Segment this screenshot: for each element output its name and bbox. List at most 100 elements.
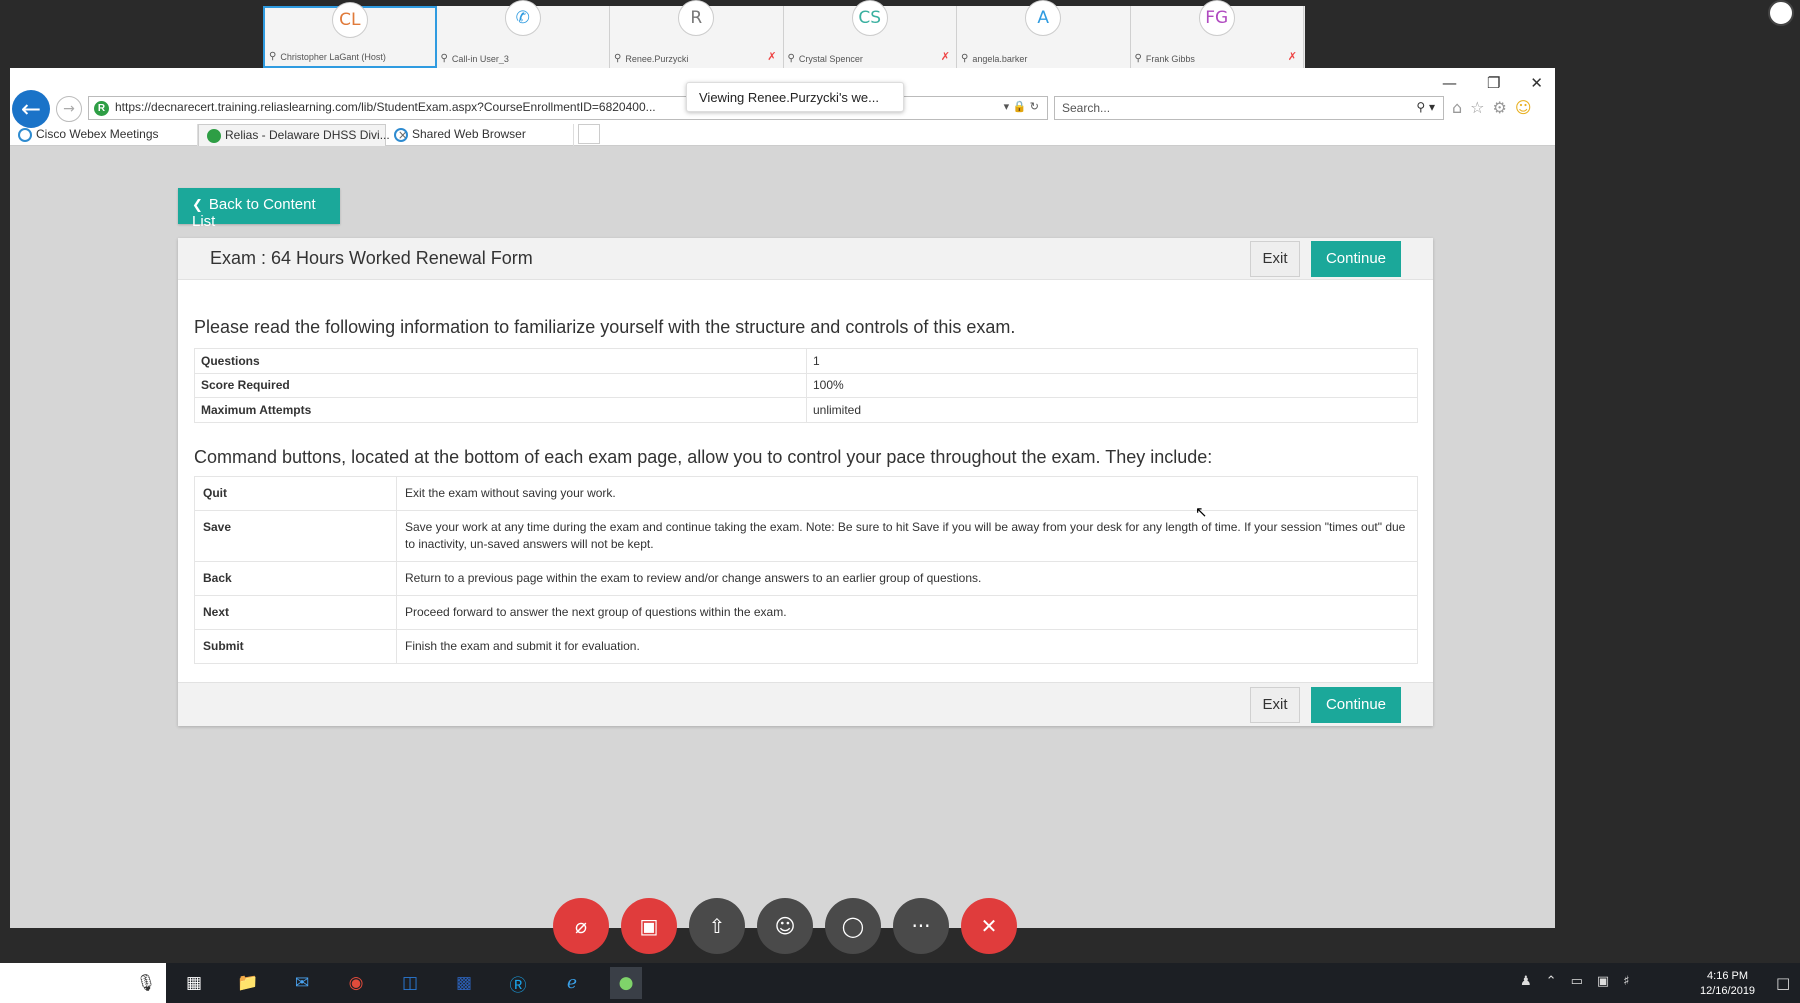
participant-name-text: Frank Gibbs (1145, 53, 1195, 64)
table-row: Back Return to a previous page within the… (194, 561, 1418, 596)
share-button[interactable]: ⇧ (689, 898, 745, 954)
participant-strip: CL ⚲ Christopher LaGant (Host) ✆ ⚲ Call-in Us… (263, 0, 1305, 68)
search-placeholder: Search... (1062, 101, 1111, 115)
exit-button-bottom[interactable]: Exit (1250, 687, 1300, 723)
participant-name: ⚲ Christopher LaGant (Host) (269, 51, 431, 62)
command-description: Exit the exam without saving your work. (396, 476, 1418, 511)
word-icon[interactable]: ▩ (448, 967, 480, 999)
video-off-icon: ▣ (639, 914, 659, 938)
avatar: R (678, 0, 715, 36)
browser-tab-icon (394, 128, 408, 142)
clock-date: 12/16/2019 (1700, 985, 1756, 997)
microphone-icon[interactable]: 🎙 (136, 973, 156, 992)
exam-info-table: Questions 1 Score Required 100% Maximum Atte… (194, 348, 1418, 423)
participant-tile[interactable]: R ⚲ Renee.Purzycki ✗ (610, 0, 784, 68)
internet-explorer-icon[interactable]: ℯ (556, 967, 588, 999)
page-title: Exam : 64 Hours Worked Renewal Form (210, 248, 533, 268)
viewing-tooltip: Viewing Renee.Purzycki's we... (686, 82, 904, 112)
command-description: Finish the exam and submit it for evalua… (396, 629, 1418, 664)
muted-mic-icon: ✗ (767, 51, 777, 63)
notification-icon[interactable]: □ (1776, 974, 1790, 992)
participant-name-text: angela.barker (972, 53, 1028, 64)
network-icon[interactable]: ▣ (1597, 974, 1609, 989)
task-view-icon[interactable]: ▦ (178, 967, 210, 999)
address-bar[interactable]: R https://decnarecert.training.reliaslea… (88, 96, 1048, 120)
chat-button[interactable]: ◯ (825, 898, 881, 954)
forward-arrow-icon[interactable]: → (56, 96, 82, 122)
participant-tile[interactable]: ✆ ⚲ Call-in User_3 (436, 0, 610, 68)
back-arrow-icon[interactable]: ← (12, 90, 50, 128)
volume-icon[interactable]: ♯ (1623, 974, 1629, 989)
clock-time: 4:16 PM (1707, 970, 1749, 982)
participant-name: ⚲ Call-in User_3 (441, 53, 606, 64)
browser-toolbar-icons: ⌂ ☆ ⚙ ☺ (1452, 98, 1532, 117)
window-controls: — ❐ ✕ (1442, 74, 1543, 92)
search-icon[interactable]: ⚲ ▾ (1416, 100, 1435, 114)
site-favicon-icon: R (94, 101, 109, 116)
taskbar-search-box[interactable]: 🎙 (0, 963, 166, 1003)
participants-button[interactable]: ☺ (757, 898, 813, 954)
chrome-icon[interactable]: ◉ (340, 967, 372, 999)
restore-icon[interactable]: ❐ (1487, 74, 1500, 92)
minimize-icon[interactable]: — (1442, 74, 1457, 92)
mail-icon[interactable]: ✉ (286, 967, 318, 999)
mute-button[interactable]: ⌀ (553, 898, 609, 954)
table-row: Questions 1 (194, 348, 1418, 374)
continue-button-bottom[interactable]: Continue (1311, 687, 1401, 723)
webex-icon[interactable]: ● (610, 967, 642, 999)
participant-name: ⚲ Frank Gibbs (1135, 53, 1300, 64)
chevron-up-icon[interactable]: ⌃ (1546, 974, 1557, 989)
taskbar-apps: ▦ 📁 ✉ ◉ ◫ ▩ Ⓡ ℯ ● (178, 967, 642, 999)
battery-icon[interactable]: ▭ (1571, 974, 1583, 989)
search-input[interactable]: Search... ⚲ ▾ (1054, 96, 1444, 120)
continue-button-top[interactable]: Continue (1311, 241, 1401, 277)
tab-shared-web-browser[interactable]: Shared Web Browser (386, 124, 574, 146)
back-button-label: Back to Content List (192, 196, 316, 230)
tab-cisco-webex[interactable]: Cisco Webex Meetings (10, 124, 198, 146)
tab-label: Cisco Webex Meetings (36, 127, 159, 141)
avatar: FG (1198, 0, 1235, 36)
home-icon[interactable]: ⌂ (1452, 98, 1462, 117)
mic-icon: ⚲ (614, 53, 622, 64)
tab-relias[interactable]: Relias - Delaware DHSS Divi... × (198, 124, 408, 146)
command-description: Proceed forward to answer the next group… (396, 595, 1418, 630)
outlook-icon[interactable]: ◫ (394, 967, 426, 999)
mic-icon: ⚲ (961, 53, 969, 64)
back-to-content-list-button[interactable]: ❮ Back to Content List (178, 188, 340, 230)
exit-button-top[interactable]: Exit (1250, 241, 1300, 277)
gear-icon[interactable]: ⚙ (1493, 98, 1507, 117)
tab-label: Relias - Delaware DHSS Divi... (225, 128, 390, 142)
table-row: Submit Finish the exam and submit it for … (194, 629, 1418, 664)
participant-tile[interactable]: A ⚲ angela.barker (957, 0, 1131, 68)
people-icon[interactable]: ♟ (1520, 974, 1532, 989)
more-button[interactable]: ··· (893, 898, 949, 954)
info-key: Score Required (194, 372, 807, 398)
end-meeting-button[interactable]: ✕ (961, 898, 1017, 954)
command-key: Next (194, 595, 397, 630)
table-row: Next Proceed forward to answer the next g… (194, 595, 1418, 630)
mic-icon: ⚲ (440, 53, 448, 64)
taskbar-clock[interactable]: 4:16 PM 12/16/2019 (1700, 969, 1755, 999)
participant-tile[interactable]: CS ⚲ Crystal Spencer ✗ (783, 0, 957, 68)
avatar: ✆ (504, 0, 541, 36)
participants-icon: ☺ (774, 914, 796, 938)
close-icon[interactable]: ✕ (1530, 74, 1543, 92)
avatar: A (1025, 0, 1062, 36)
file-explorer-icon[interactable]: 📁 (232, 967, 264, 999)
shared-browser-window: — ❐ ✕ ← → R https://decnarecert.training… (10, 68, 1555, 928)
favorites-star-icon[interactable]: ☆ (1470, 98, 1484, 117)
lock-refresh-icons[interactable]: ▾ 🔒 ↻ (1004, 100, 1039, 113)
smiley-icon[interactable]: ☺ (1515, 98, 1532, 117)
mouse-cursor-icon: ↖ (1195, 503, 1208, 521)
self-view-indicator[interactable] (1768, 0, 1794, 26)
participant-tile[interactable]: FG ⚲ Frank Gibbs ✗ (1130, 0, 1304, 68)
video-button[interactable]: ▣ (621, 898, 677, 954)
new-tab-button[interactable] (578, 124, 600, 144)
tab-label: Shared Web Browser (412, 127, 526, 141)
info-key: Questions (194, 348, 807, 374)
participant-tile[interactable]: CL ⚲ Christopher LaGant (Host) (263, 2, 437, 68)
skype-icon[interactable]: Ⓡ (502, 967, 534, 999)
relias-tab-icon (207, 129, 221, 143)
participant-name-text: Call-in User_3 (451, 53, 509, 64)
chevron-left-icon: ❮ (192, 198, 203, 213)
